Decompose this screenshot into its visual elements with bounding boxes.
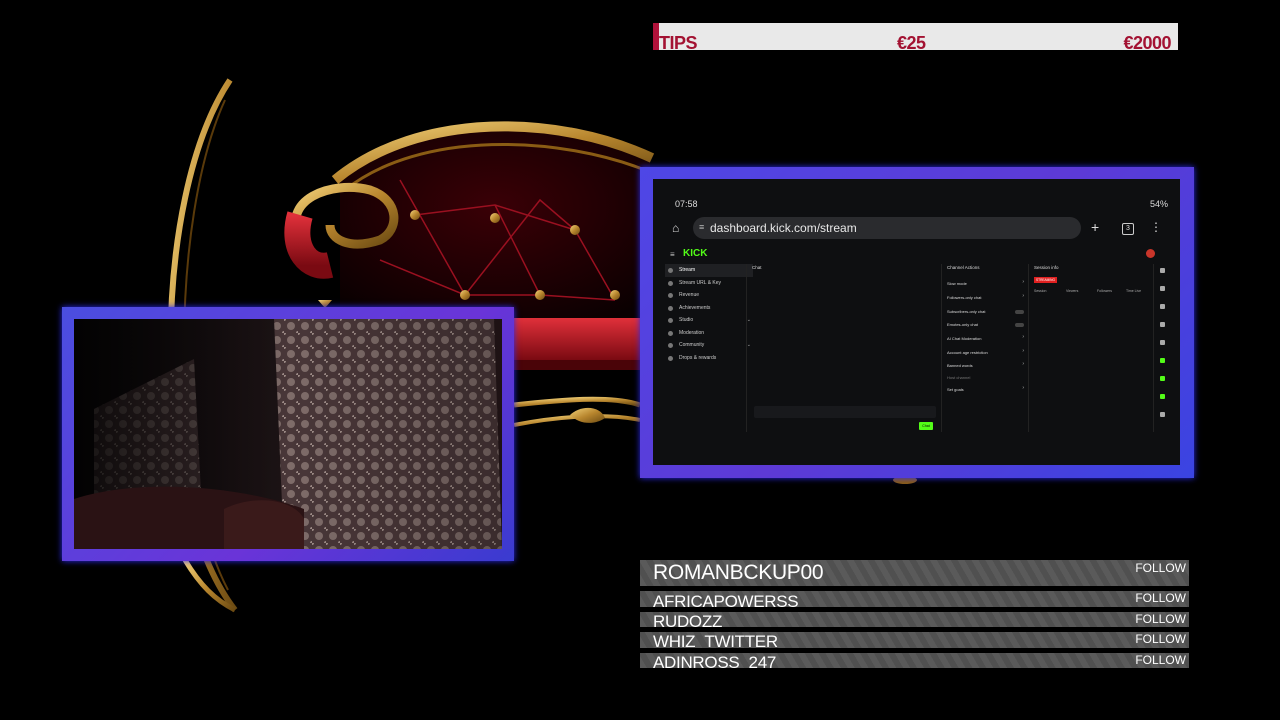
chat-panel-title: Chat (752, 265, 762, 270)
chat-send-button[interactable]: Chat (919, 422, 933, 430)
viewers-label: Viewers (1066, 289, 1079, 293)
action-followers-only[interactable]: Followers-only chat (947, 295, 981, 300)
nav-item-studio[interactable]: Studio ⌄ (665, 314, 753, 327)
follow-label: FOLLOW (1135, 591, 1186, 605)
follower-row: ROMANBCKUP00 FOLLOW (640, 560, 1189, 586)
new-tab-icon[interactable]: + (1091, 219, 1099, 235)
browser-menu-icon[interactable]: ⋮ (1150, 220, 1162, 234)
rail-icon-active[interactable] (1160, 358, 1165, 363)
follower-name: WHIZ_TWITTER (653, 632, 778, 648)
toggle-emotes-only[interactable] (1015, 323, 1024, 327)
followers-label: Followers (1097, 289, 1112, 293)
action-slow-mode[interactable]: Slow mode (947, 281, 967, 286)
tips-label: TIPS (659, 33, 698, 50)
status-time: 07:58 (675, 199, 698, 209)
webcam-curtain-image (74, 319, 502, 549)
chat-message-input[interactable] (754, 406, 936, 418)
nav-item-stream[interactable]: Stream (665, 264, 753, 277)
nav-item-achievements[interactable]: Achievements (665, 302, 753, 315)
nav-item-drops-rewards[interactable]: Drops & rewards (665, 352, 753, 365)
live-status-badge: STREAMING (1034, 277, 1057, 283)
nav-item-moderation[interactable]: Moderation (665, 327, 753, 340)
chat-panel: Chat Chat (746, 264, 940, 432)
webcam-feed (74, 319, 502, 549)
nav-item-community[interactable]: Community ⌄ (665, 339, 753, 352)
rail-icon[interactable] (1160, 304, 1165, 309)
session-info-title: Session info (1034, 265, 1059, 270)
rail-icon[interactable] (1160, 340, 1165, 345)
follower-name: ADINROSS_247 (653, 653, 777, 668)
browser-address-bar[interactable]: ≡ dashboard.kick.com/stream (693, 217, 1081, 239)
rail-icon[interactable] (1160, 286, 1165, 291)
rail-icon[interactable] (1160, 412, 1165, 417)
site-settings-icon[interactable]: ≡ (699, 222, 706, 232)
follow-label: FOLLOW (1135, 632, 1186, 646)
session-info-panel: Session info STREAMING Session Viewers F… (1028, 264, 1149, 432)
user-avatar[interactable] (1146, 249, 1155, 258)
screen-capture-frame: 07:58 54% ⌂ ≡ dashboard.kick.com/stream … (640, 167, 1194, 478)
quick-actions-rail (1153, 264, 1174, 432)
action-account-age[interactable]: Account age restriction (947, 350, 988, 355)
action-banned-words[interactable]: Banned words (947, 363, 973, 368)
rail-icon[interactable] (1160, 268, 1165, 273)
follower-name: ROMANBCKUP00 (653, 561, 824, 584)
follower-row: RUDOZZ FOLLOW (640, 612, 1189, 627)
phone-status-bar: 07:58 54% (653, 179, 1180, 209)
follower-name: AFRICAPOWERSS (653, 592, 799, 607)
status-battery: 54% (1149, 199, 1168, 209)
webcam-frame (62, 307, 514, 561)
follower-row: ADINROSS_247 FOLLOW (640, 653, 1189, 668)
tips-current-amount: €25 (897, 33, 926, 50)
follower-row: WHIZ_TWITTER FOLLOW (640, 632, 1189, 648)
hamburger-menu-icon[interactable]: ≡ (670, 250, 675, 259)
action-set-goals[interactable]: Set goals (947, 387, 964, 392)
browser-url: dashboard.kick.com/stream (710, 221, 857, 235)
toggle-subscribers-only[interactable] (1015, 310, 1024, 314)
rail-icon[interactable] (1160, 322, 1165, 327)
tab-switcher-button[interactable]: 3 (1122, 223, 1134, 235)
kick-sidebar-nav: Stream Stream URL & Key Revenue Achievem… (665, 264, 753, 364)
home-icon[interactable]: ⌂ (672, 221, 679, 235)
channel-actions-panel: Channel Actions Slow mode › Followers-onl… (941, 264, 1027, 432)
action-emotes-only[interactable]: Emotes-only chat (947, 322, 978, 327)
channel-actions-title: Channel Actions (947, 265, 980, 270)
action-host-channel[interactable]: Host channel (947, 375, 970, 380)
rail-icon-active[interactable] (1160, 376, 1165, 381)
follow-label: FOLLOW (1135, 612, 1186, 626)
session-label: Session (1034, 289, 1047, 293)
time-live-label: Time Live (1126, 289, 1142, 293)
follow-label: FOLLOW (1135, 561, 1186, 575)
follow-label: FOLLOW (1135, 653, 1186, 667)
action-subscribers-only[interactable]: Subscribers-only chat (947, 309, 985, 314)
rail-icon-active[interactable] (1160, 394, 1165, 399)
tips-goal-amount: €2000 (1123, 33, 1171, 50)
follower-name: RUDOZZ (653, 612, 723, 627)
action-ai-moderation[interactable]: AI Chat Moderation (947, 336, 981, 341)
follower-row: AFRICAPOWERSS FOLLOW (640, 591, 1189, 607)
tips-goal-bar: TIPS €25 €2000 (653, 23, 1178, 50)
kick-logo: KICK (683, 248, 708, 259)
phone-screen: 07:58 54% ⌂ ≡ dashboard.kick.com/stream … (653, 179, 1180, 465)
nav-item-stream-url-key[interactable]: Stream URL & Key (665, 277, 753, 290)
nav-item-revenue[interactable]: Revenue (665, 289, 753, 302)
